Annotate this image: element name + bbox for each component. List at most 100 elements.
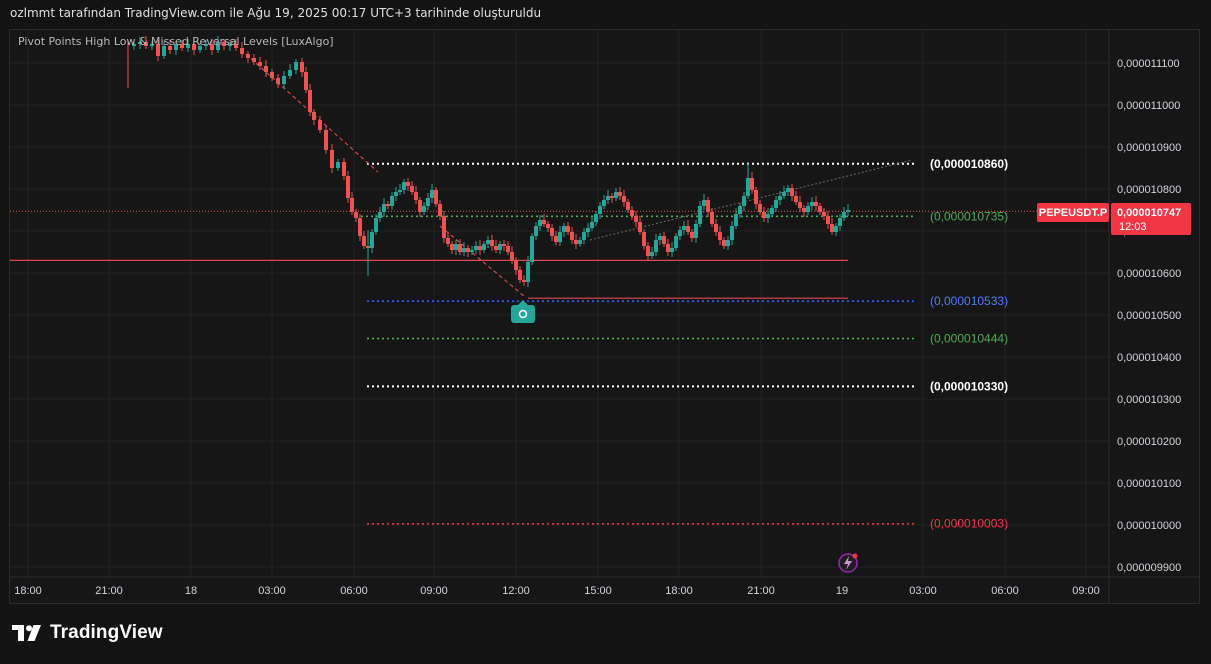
candle-up	[698, 206, 702, 224]
candle-down	[414, 192, 418, 200]
candle-down	[362, 236, 366, 246]
candle-up	[678, 230, 682, 236]
candle-up	[670, 248, 674, 252]
candle-down	[714, 224, 718, 232]
candle-down	[506, 246, 510, 252]
candle-down	[318, 120, 322, 130]
candle-down	[622, 196, 626, 202]
candle-up	[430, 190, 434, 198]
candle-down	[610, 196, 614, 198]
x-tick-label: 06:00	[340, 585, 368, 597]
candle-up	[778, 196, 782, 200]
indicator-name[interactable]: Pivot Points High Low & Missed Reversal …	[18, 35, 334, 48]
candle-down	[442, 216, 446, 238]
candle-up	[726, 240, 730, 246]
candle-up	[766, 214, 770, 218]
candle-up	[558, 232, 562, 242]
candle-up	[602, 200, 606, 206]
candle-down	[570, 232, 574, 240]
candle-up	[282, 76, 286, 84]
candle-up	[382, 204, 386, 212]
x-tick-label: 06:00	[991, 585, 1019, 597]
candle-down	[798, 202, 802, 208]
candle-up	[674, 236, 678, 248]
candle-up	[842, 212, 846, 218]
candle-down	[722, 240, 726, 246]
y-tick-label: 0,000010600	[1117, 268, 1181, 280]
candle-down	[478, 246, 482, 250]
candle-up	[598, 206, 602, 214]
candle-up	[394, 192, 398, 196]
candle-down	[270, 72, 274, 78]
candle-down	[790, 188, 794, 196]
candle-down	[718, 232, 722, 240]
candle-up	[374, 218, 378, 232]
candle-down	[626, 202, 630, 210]
candle-down	[666, 244, 670, 252]
candle-up	[654, 240, 658, 252]
pivot-level-label: (0,000010330)	[930, 379, 1008, 393]
candle-down	[646, 246, 650, 256]
candle-down	[546, 224, 550, 228]
candle-down	[450, 244, 454, 250]
x-tick-label: 03:00	[258, 585, 286, 597]
candle-up	[378, 212, 382, 218]
candle-down	[630, 210, 634, 216]
candle-down	[542, 220, 546, 224]
y-tick-label: 0,000010800	[1117, 184, 1181, 196]
candle-down	[406, 182, 410, 186]
candle-up	[530, 236, 534, 262]
candle-down	[490, 240, 494, 246]
x-tick-label: 09:00	[420, 585, 448, 597]
candle-down	[264, 66, 268, 72]
notification-dot-icon	[852, 553, 858, 559]
pivot-level-label: (0,000010444)	[930, 332, 1008, 346]
candle-up	[846, 210, 850, 212]
candle-up	[786, 188, 790, 192]
candle-down	[276, 78, 280, 84]
candle-down	[638, 222, 642, 232]
candle-down	[706, 200, 710, 212]
candle-up	[774, 200, 778, 208]
candle-down	[758, 204, 762, 212]
candle-down	[690, 232, 694, 238]
candle-up	[562, 226, 566, 232]
candle-up	[482, 244, 486, 250]
candle-down	[466, 248, 470, 252]
candle-down	[634, 216, 638, 222]
x-axis: 18:00 21:00 18 03:00 06:00 09:00 12:00 15:00 18:…	[14, 585, 1100, 597]
x-tick-label: 21:00	[95, 585, 123, 597]
candle-up	[806, 206, 810, 212]
pivot-low-marker-pointer	[518, 300, 528, 305]
candle-up	[734, 214, 738, 226]
pivot-low-marker[interactable]	[511, 305, 535, 323]
x-tick-label: 18:00	[665, 585, 693, 597]
candle-up	[402, 182, 406, 190]
candle-up	[594, 214, 598, 222]
x-tick-label: 03:00	[909, 585, 937, 597]
candle-up	[838, 218, 842, 226]
candle-up	[658, 236, 662, 240]
candle-up	[810, 202, 814, 206]
candle-up	[462, 248, 466, 252]
candle-down	[826, 216, 830, 224]
candle-down	[418, 200, 422, 212]
tradingview-logo[interactable]: TradingView	[12, 622, 163, 644]
candle-down	[342, 162, 346, 176]
candle-down	[642, 232, 646, 246]
candle-up	[782, 192, 786, 196]
candle-up	[526, 262, 530, 282]
candlestick-chart[interactable]: (0,000010860) (0,000010735) (0,000010533) (…	[0, 0, 1211, 664]
candle-down	[830, 224, 834, 232]
symbol-label: PEPEUSDT.P	[1039, 207, 1107, 219]
candle-down	[618, 192, 622, 196]
candle-down	[350, 198, 354, 212]
candle-up	[534, 226, 538, 236]
candle-down	[710, 212, 714, 224]
candle-up	[538, 220, 542, 226]
x-tick-label: 18:00	[14, 585, 42, 597]
candle-down	[502, 244, 506, 246]
candle-up	[422, 206, 426, 212]
x-tick-label: 09:00	[1072, 585, 1100, 597]
y-tick-label: 0,000011100	[1117, 58, 1180, 70]
